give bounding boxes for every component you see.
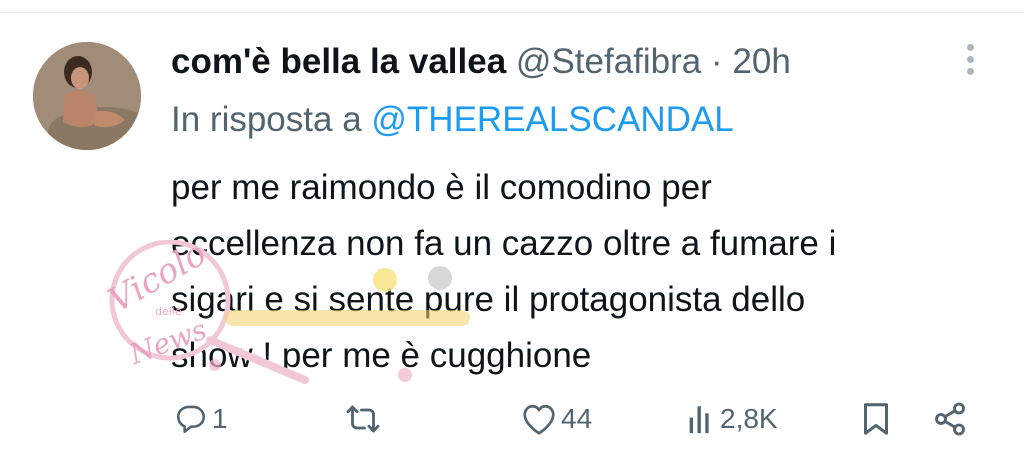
tweet-time[interactable]: 20h [732,42,790,81]
meta-separator: · [711,42,723,81]
tweet-text-line: eccellenza non fa un cazzo oltre a fumar… [171,224,837,263]
views-button[interactable]: 2,8K [686,395,778,443]
tweet-header: com'è bella la vallea @Stefafibra · 20h [171,40,791,84]
author-display-name[interactable]: com'è bella la vallea [171,42,506,81]
tweet-text-line: per me raimondo è il comodino per [171,168,712,207]
reply-prefix: In risposta a [171,100,362,139]
reply-icon [176,405,206,434]
retweet-button[interactable] [345,395,385,443]
author-handle[interactable]: @Stefafibra [516,42,701,81]
reply-handle-link[interactable]: @THEREALSCANDAL [371,100,733,139]
avatar[interactable] [33,42,141,150]
tweet-actions: 1 44 2,8K [0,395,1024,443]
tweet-text-line: show ! per me è cugghione [171,336,592,375]
top-divider [0,12,1024,13]
reply-context: In risposta a @THEREALSCANDAL [171,98,734,142]
bookmark-icon [864,403,888,435]
reply-count: 1 [212,403,228,434]
bookmark-button[interactable] [860,395,892,443]
tweet-text: per me raimondo è il comodino per eccell… [171,160,971,384]
retweet-icon [346,405,380,433]
like-button[interactable]: 44 [521,395,592,443]
more-options-icon[interactable] [958,44,982,84]
views-icon [689,406,709,434]
avatar-photo [33,42,141,150]
like-count: 44 [561,403,593,434]
views-count: 2,8K [720,403,778,434]
tweet-text-line: sigari e si sente pure il protagonista d… [171,280,806,319]
reply-button[interactable]: 1 [174,395,228,443]
like-icon [523,404,555,435]
share-icon [935,402,965,436]
share-button[interactable] [932,395,968,443]
